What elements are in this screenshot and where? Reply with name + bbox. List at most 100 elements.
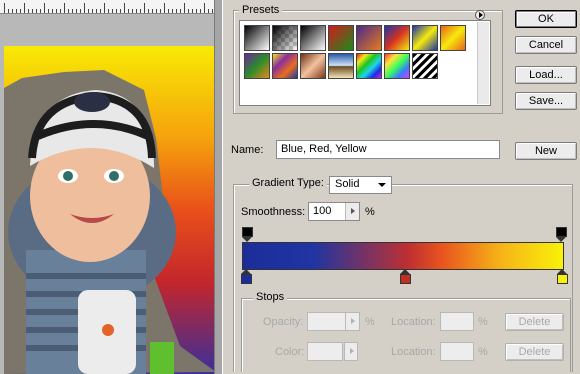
ruler-tick — [156, 9, 157, 13]
ruler-tick — [184, 3, 185, 13]
ruler-tick — [52, 9, 53, 13]
ruler-tick — [108, 9, 109, 13]
opacity-stop-left-swatch — [242, 227, 253, 237]
ruler-tick — [212, 9, 213, 13]
ruler-tick — [80, 9, 81, 13]
color-swatch-field[interactable] — [307, 342, 343, 361]
opacity-location-input[interactable] — [440, 312, 474, 331]
preset-orange-yellow-orange[interactable] — [440, 25, 466, 51]
smoothness-value: 100 — [313, 205, 332, 217]
color-delete-button[interactable]: Delete — [505, 343, 564, 361]
ruler-tick — [56, 9, 57, 13]
new-button[interactable]: New — [515, 142, 577, 160]
smoothness-label: Smoothness: — [241, 206, 306, 218]
name-label: Name: — [231, 144, 264, 156]
ok-button[interactable]: OK — [515, 10, 577, 28]
opacity-stop-right-swatch — [556, 227, 567, 237]
ruler-tick — [36, 9, 37, 13]
ruler-tick — [168, 9, 169, 13]
ruler-tick — [140, 9, 141, 13]
color-picker-arrow-icon[interactable] — [344, 342, 358, 361]
stops-legend: Stops — [253, 291, 288, 303]
ruler-tick — [28, 9, 29, 13]
gradient-type-value: Solid — [335, 178, 360, 190]
gradient-type-select[interactable]: Solid — [329, 176, 392, 194]
color-stop-blue-swatch — [241, 274, 252, 284]
flyout-arrow-icon[interactable] — [475, 10, 485, 20]
ruler-tick — [104, 3, 105, 13]
opacity-location-unit: % — [478, 316, 488, 328]
document-canvas-area — [0, 0, 225, 374]
panel-divider[interactable] — [214, 0, 222, 374]
color-location-unit: % — [478, 346, 488, 358]
ruler-tick — [116, 9, 117, 13]
gradient-editor-dialog: Presets OK Cancel Load... Save... Name: … — [222, 0, 580, 374]
ruler-tick — [208, 9, 209, 13]
ruler-tick — [92, 9, 93, 13]
baby-photo — [4, 70, 216, 374]
ruler-tick — [200, 9, 201, 13]
ruler-tick — [128, 9, 129, 13]
opacity-slider-arrow-icon[interactable] — [345, 313, 359, 330]
preset-transparent-stripes[interactable] — [412, 53, 438, 79]
gradient-type-legend: Gradient Type: — [249, 177, 327, 189]
preset-foreground-to-background[interactable] — [244, 25, 270, 51]
ruler-tick — [160, 9, 161, 13]
ruler-tick — [24, 3, 25, 13]
ruler-tick — [136, 9, 137, 13]
ruler-tick — [96, 9, 97, 13]
chevron-down-icon — [378, 183, 386, 187]
ruler-tick — [76, 9, 77, 13]
color-location-label: Location: — [391, 346, 436, 358]
ruler-tick — [144, 3, 145, 13]
preset-violet-orange[interactable] — [356, 25, 382, 51]
ruler-tick — [84, 3, 85, 13]
ruler-tick — [132, 9, 133, 13]
presets-legend: Presets — [239, 4, 283, 16]
ruler-tick — [152, 9, 153, 13]
preset-transparent-rainbow[interactable] — [384, 53, 410, 79]
ruler-tick — [112, 9, 113, 13]
preset-blue-red-yellow[interactable] — [384, 25, 410, 51]
ruler-tick — [40, 9, 41, 13]
preset-foreground-to-transparent[interactable] — [272, 25, 298, 51]
presets-scrollbar[interactable] — [477, 22, 489, 104]
ruler-tick — [164, 3, 165, 13]
opacity-delete-button[interactable]: Delete — [505, 313, 564, 331]
gradient-preview-bar[interactable] — [242, 242, 564, 270]
presets-swatch-list[interactable] — [239, 20, 491, 106]
opacity-location-label: Location: — [391, 316, 436, 328]
load-button[interactable]: Load... — [515, 66, 577, 84]
color-stop-red-swatch — [400, 274, 411, 284]
opacity-unit: % — [365, 316, 375, 328]
ruler-tick — [32, 9, 33, 13]
ruler-tick — [48, 9, 49, 13]
ruler-tick — [88, 9, 89, 13]
ruler-tick — [8, 9, 9, 13]
preset-violet-green-orange[interactable] — [244, 53, 270, 79]
save-button[interactable]: Save... — [515, 92, 577, 110]
preset-yellow-violet-orange-blue[interactable] — [272, 53, 298, 79]
smoothness-input[interactable]: 100 — [308, 202, 360, 221]
cancel-button[interactable]: Cancel — [515, 36, 577, 54]
horizontal-ruler — [0, 0, 225, 14]
preset-black-white[interactable] — [300, 25, 326, 51]
preset-blue-yellow-blue[interactable] — [412, 25, 438, 51]
ruler-tick — [148, 9, 149, 13]
ruler-tick — [196, 9, 197, 13]
ruler-tick — [20, 9, 21, 13]
color-location-input[interactable] — [440, 342, 474, 361]
preset-spectrum[interactable] — [356, 53, 382, 79]
ruler-tick — [204, 3, 205, 13]
opacity-input[interactable] — [307, 312, 360, 331]
preset-chrome[interactable] — [328, 53, 354, 79]
ruler-tick — [180, 9, 181, 13]
ruler-tick — [188, 9, 189, 13]
ruler-tick — [124, 3, 125, 13]
preset-copper[interactable] — [300, 53, 326, 79]
ruler-tick — [192, 9, 193, 13]
smoothness-slider-arrow-icon[interactable] — [345, 203, 359, 220]
gradient-name-input[interactable]: Blue, Red, Yellow — [276, 140, 500, 159]
preset-red-green[interactable] — [328, 25, 354, 51]
document-image[interactable] — [4, 46, 216, 374]
